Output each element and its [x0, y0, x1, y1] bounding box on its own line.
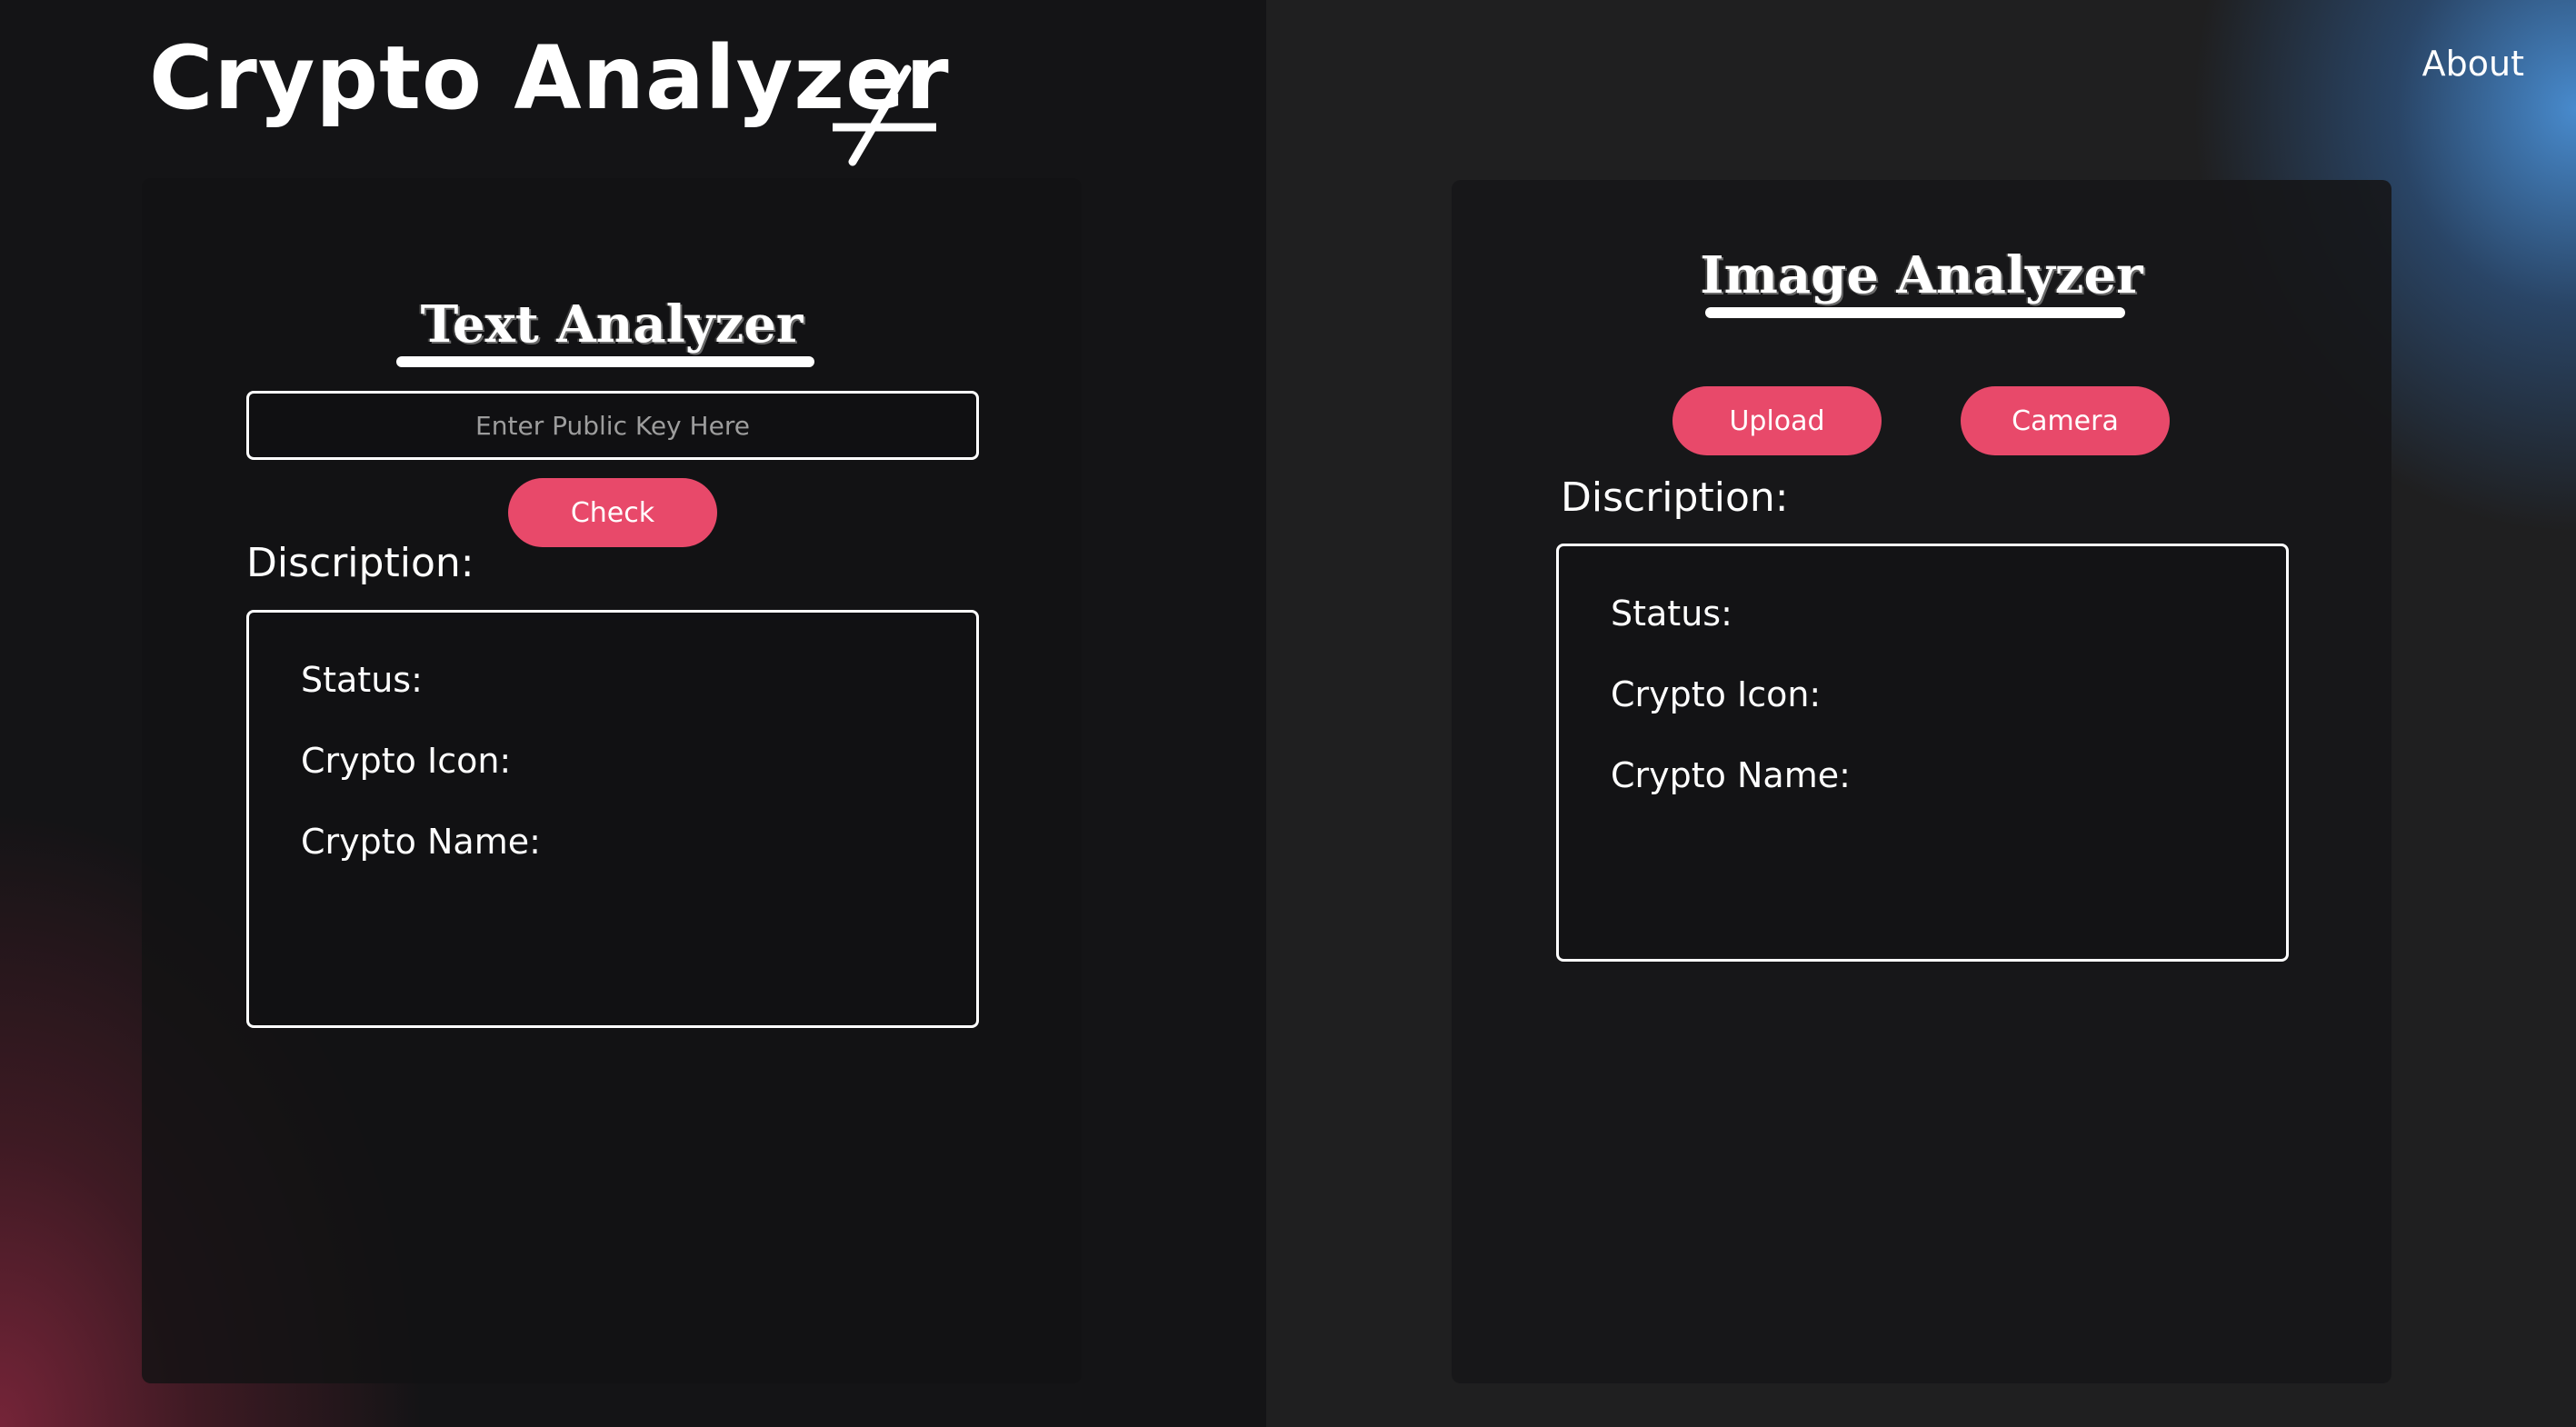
crypto-icon-label: Crypto Icon: — [301, 741, 512, 781]
crypto-name-label: Crypto Name: — [301, 822, 541, 862]
status-label: Status: — [1611, 594, 1732, 634]
heading-underline — [1705, 307, 2125, 318]
text-analyzer-panel: Text Analyzer Check Discription: Status:… — [142, 178, 1082, 1383]
result-box: Status: Crypto Icon: Crypto Name: — [1556, 544, 2289, 962]
image-analyzer-panel: Image Analyzer Upload Camera Discription… — [1452, 180, 2391, 1383]
crypto-name-label: Crypto Name: — [1611, 755, 1851, 795]
description-label: Discription: — [246, 540, 474, 586]
heading-underline — [396, 356, 814, 367]
crypto-icon-label: Crypto Icon: — [1611, 674, 1822, 714]
slash-cross-icon — [833, 65, 936, 166]
result-box: Status: Crypto Icon: Crypto Name: — [246, 610, 979, 1028]
description-label: Discription: — [1561, 474, 1789, 521]
public-key-input[interactable] — [246, 391, 979, 460]
camera-button[interactable]: Camera — [1961, 386, 2170, 455]
about-link[interactable]: About — [2422, 44, 2524, 84]
status-label: Status: — [301, 660, 423, 700]
check-button[interactable]: Check — [508, 478, 717, 547]
text-analyzer-heading: Text Analyzer — [420, 294, 804, 354]
upload-button[interactable]: Upload — [1672, 386, 1882, 455]
image-analyzer-heading: Image Analyzer — [1700, 245, 2143, 305]
